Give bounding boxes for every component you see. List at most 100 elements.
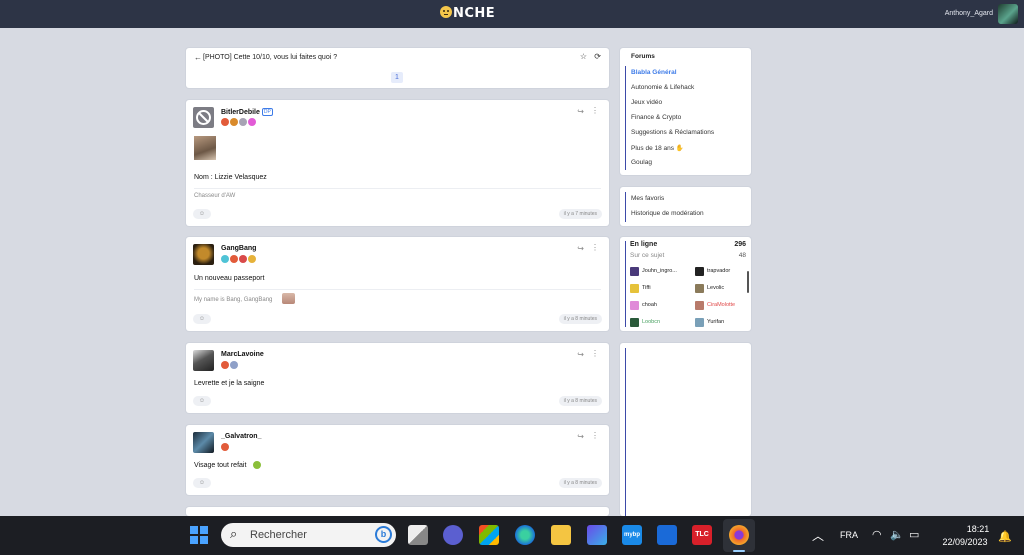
mybp-icon[interactable]: mybp <box>622 525 642 545</box>
topic-header: ← [PHOTO] Cette 10/10, vous lui faites q… <box>186 48 609 88</box>
online-label: En ligne <box>630 241 658 248</box>
site-logo[interactable]: NCHE <box>440 6 495 21</box>
avatar <box>630 301 639 310</box>
online-user-name: Loobcn <box>642 319 661 325</box>
avatar[interactable] <box>193 244 214 265</box>
post-author[interactable]: BitlerDebile DP <box>221 108 273 116</box>
clock-time[interactable]: 18:21 <box>960 524 996 534</box>
react-button[interactable]: ☺ <box>193 478 211 488</box>
mail-icon[interactable] <box>657 525 677 545</box>
forums-heading: Forums <box>631 53 655 60</box>
post-author[interactable]: MarcLavoine <box>221 351 264 358</box>
volume-icon[interactable]: 🔈 <box>890 528 904 541</box>
more-icon[interactable]: ⋮ <box>591 349 599 358</box>
emoji-icon <box>253 461 261 469</box>
more-icon[interactable]: ⋮ <box>591 106 599 115</box>
logo-smiley-icon <box>440 6 452 18</box>
favorites-link[interactable]: Mes favoris <box>631 195 664 202</box>
react-button[interactable]: ☺ <box>193 396 211 406</box>
badge-icon <box>221 361 229 369</box>
firefox-icon[interactable] <box>729 525 749 545</box>
online-user[interactable]: Tiffi <box>630 284 651 293</box>
chat-icon[interactable] <box>443 525 463 545</box>
badge-icon <box>221 255 229 263</box>
task-view-icon[interactable] <box>408 525 428 545</box>
online-user-name: trapvador <box>707 268 731 274</box>
online-user[interactable]: trapvador <box>695 267 730 276</box>
back-arrow-icon[interactable]: ← <box>194 53 202 62</box>
post <box>186 507 609 516</box>
notification-icon[interactable]: 🔔 <box>998 530 1012 543</box>
user-avatar[interactable] <box>998 4 1018 24</box>
badge-icon <box>221 443 229 451</box>
badge-icon <box>239 255 247 263</box>
moderation-history-link[interactable]: Historique de modération <box>631 210 704 217</box>
forum-item-blabla[interactable]: Blabla Général <box>631 69 677 76</box>
avatar <box>630 267 639 276</box>
store-icon[interactable] <box>479 525 499 545</box>
more-icon[interactable]: ⋮ <box>591 243 599 252</box>
wifi-icon[interactable]: ◠ <box>872 528 882 541</box>
forum-item-jeux[interactable]: Jeux vidéo <box>631 99 662 106</box>
username[interactable]: Anthony_Agard <box>945 10 993 17</box>
online-user-name: Levolic <box>707 285 725 291</box>
windows-start-icon[interactable] <box>190 526 208 544</box>
forums-panel: Forums Blabla Général Autonomie & Lifeha… <box>620 48 751 175</box>
online-user[interactable]: Yurifan <box>695 318 724 327</box>
avatar <box>695 267 704 276</box>
online-user[interactable]: Jouhn_ingro... <box>630 267 677 276</box>
online-user[interactable]: choah <box>630 301 657 310</box>
status-badge: DP <box>261 108 273 116</box>
online-panel: En ligne 296 Sur ce sujet 48 Jouhn_ingro… <box>620 237 751 331</box>
star-icon[interactable]: ☆ <box>580 52 587 61</box>
forum-item-plus18[interactable]: Plus de 18 ans ✋ <box>631 144 684 152</box>
online-scrollbar[interactable] <box>747 271 749 293</box>
forum-item-suggestions[interactable]: Suggestions & Réclamations <box>631 129 714 136</box>
bing-icon[interactable]: b <box>375 526 392 543</box>
badge-icon <box>248 118 256 126</box>
page-button-1[interactable]: 1 <box>391 72 403 83</box>
chevron-up-icon[interactable]: ︿ <box>812 527 824 544</box>
taskbar-search[interactable]: ⌕ Rechercher b <box>221 523 396 547</box>
forum-item-finance[interactable]: Finance & Crypto <box>631 114 681 121</box>
refresh-icon[interactable]: ⟳ <box>594 52 601 61</box>
online-user[interactable]: Loobcn <box>630 318 660 327</box>
avatar[interactable] <box>193 432 214 453</box>
react-button[interactable]: ☺ <box>193 314 211 324</box>
tlc-icon[interactable]: TLC <box>692 525 712 545</box>
more-icon[interactable]: ⋮ <box>591 431 599 440</box>
language-indicator[interactable]: FRA <box>840 530 858 540</box>
badge-icon <box>230 118 238 126</box>
battery-icon[interactable]: ▭ <box>909 528 919 541</box>
user-badges <box>221 118 257 127</box>
react-button[interactable]: ☺ <box>193 209 211 219</box>
edge-icon[interactable] <box>515 525 535 545</box>
forum-item-autonomie[interactable]: Autonomie & Lifehack <box>631 84 694 91</box>
avatar[interactable] <box>193 350 214 371</box>
share-icon[interactable]: ↪ <box>577 432 584 441</box>
badge-icon <box>230 361 238 369</box>
post-author[interactable]: GangBang <box>221 245 256 252</box>
forums-bar <box>625 66 626 170</box>
file-explorer-icon[interactable] <box>551 525 571 545</box>
top-bar: NCHE Anthony_Agard <box>0 0 1024 28</box>
share-icon[interactable]: ↪ <box>577 107 584 116</box>
share-icon[interactable]: ↪ <box>577 244 584 253</box>
post-time: il y a 8 minutes <box>558 396 602 406</box>
avatar <box>630 284 639 293</box>
forum-item-goulag[interactable]: Goulag <box>631 159 652 166</box>
post-author[interactable]: _Galvatron_ <box>221 433 261 440</box>
online-user-name: Yurifan <box>707 319 725 325</box>
share-icon[interactable]: ↪ <box>577 350 584 359</box>
avatar[interactable] <box>193 107 214 128</box>
post-time: il y a 8 minutes <box>558 314 602 324</box>
online-bar <box>625 241 626 327</box>
online-user[interactable]: Levolic <box>695 284 724 293</box>
onsite-label: Sur ce sujet <box>630 252 665 259</box>
media-icon[interactable] <box>587 525 607 545</box>
search-icon: ⌕ <box>230 526 238 541</box>
clock-date[interactable]: 22/09/2023 <box>937 537 993 547</box>
online-user[interactable]: CiraMolotte <box>695 301 735 310</box>
post-signature: Chasseur d'AW <box>194 193 236 199</box>
post-image[interactable] <box>194 136 216 160</box>
